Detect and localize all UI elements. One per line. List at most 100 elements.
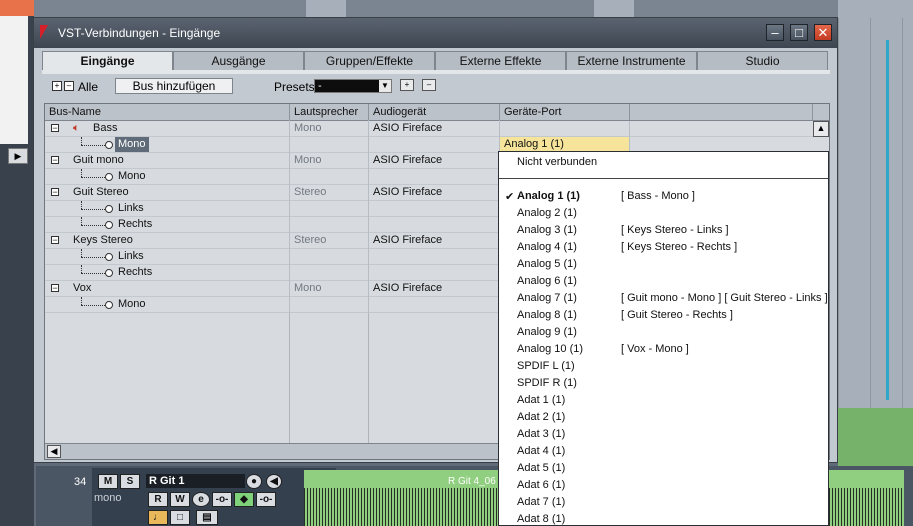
menu-item-port[interactable]: Analog 4 (1) [ Keys Stereo - Rechts ] (499, 239, 828, 256)
cell-speaker[interactable] (290, 265, 369, 281)
scroll-up-icon[interactable]: ▲ (813, 121, 829, 137)
cell-speaker[interactable] (290, 249, 369, 265)
mute-button[interactable]: M (98, 474, 118, 489)
cell-speaker[interactable] (290, 169, 369, 185)
column-bus-name[interactable]: Bus-Name (45, 104, 290, 120)
write-button[interactable]: W (170, 492, 190, 507)
cell-device-port[interactable] (500, 121, 630, 137)
menu-item-port[interactable]: ✔ Analog 1 (1) [ Bass - Mono ] (499, 188, 828, 205)
cell-audio-device[interactable] (369, 297, 500, 313)
menu-item-port[interactable]: Analog 6 (1) (499, 273, 828, 290)
send-icon[interactable]: -o- (256, 492, 276, 507)
menu-item-port[interactable]: Analog 8 (1) [ Guit Stereo - Rechts ] (499, 307, 828, 324)
monitor-icon[interactable]: ● (246, 474, 262, 489)
collapse-icon[interactable]: − (51, 156, 59, 165)
menu-item-port[interactable]: SPDIF R (1) (499, 375, 828, 392)
expand-arrow-icon[interactable]: ▶ (8, 148, 28, 164)
edit-icon[interactable]: e (192, 492, 210, 507)
collapse-all-icon[interactable]: – (64, 81, 74, 91)
minimize-button[interactable]: – (766, 24, 784, 41)
tab-externe-instrumente[interactable]: Externe Instrumente (566, 51, 697, 71)
menu-item-port[interactable]: Analog 3 (1) [ Keys Stereo - Links ] (499, 222, 828, 239)
read-button[interactable]: R (148, 492, 168, 507)
menu-item-port[interactable]: Adat 7 (1) (499, 494, 828, 511)
cell-audio-device[interactable] (369, 265, 500, 281)
remove-preset-icon[interactable]: – (422, 79, 436, 91)
speaker-icon[interactable]: ◀ (266, 474, 282, 489)
column-device-port[interactable]: Geräte-Port (500, 104, 630, 120)
cell-speaker[interactable] (290, 201, 369, 217)
cell-speaker[interactable] (290, 137, 369, 153)
tree-line (81, 217, 82, 225)
channel-name-label[interactable]: Rechts (118, 265, 152, 280)
cell-audio-device[interactable] (369, 217, 500, 233)
column-speaker[interactable]: Lautsprecher (290, 104, 369, 120)
column-audio-device[interactable]: Audiogerät (369, 104, 500, 120)
table-row[interactable]: − Bass 🔈︎ Mono ASIO Fireface (45, 121, 829, 137)
insert-icon[interactable]: -o- (212, 492, 232, 507)
music-note-icon[interactable]: ♩ (148, 510, 168, 525)
menu-item-port[interactable]: Adat 5 (1) (499, 460, 828, 477)
channel-name-label[interactable]: Rechts (118, 217, 152, 232)
cell-speaker[interactable]: Mono (290, 153, 369, 169)
menu-item-port[interactable]: Adat 2 (1) (499, 409, 828, 426)
channel-name-label[interactable]: Mono (118, 169, 146, 184)
collapse-icon[interactable]: − (51, 236, 59, 245)
menu-item-port[interactable]: Adat 1 (1) (499, 392, 828, 409)
tab-externe-effekte[interactable]: Externe Effekte (435, 51, 566, 71)
folder-icon[interactable]: □ (170, 510, 190, 525)
menu-item-port[interactable]: Analog 5 (1) (499, 256, 828, 273)
tab-ausgaenge[interactable]: Ausgänge (173, 51, 304, 71)
menu-item-port[interactable]: Analog 2 (1) (499, 205, 828, 222)
cell-speaker[interactable] (290, 297, 369, 313)
menu-item-port[interactable]: Analog 10 (1) [ Vox - Mono ] (499, 341, 828, 358)
eq-icon[interactable]: ◆ (234, 492, 254, 507)
expand-all-icon[interactable]: + (52, 81, 62, 91)
cell-audio-device[interactable]: ASIO Fireface (369, 153, 500, 169)
cell-speaker[interactable] (290, 217, 369, 233)
tree-line (81, 297, 82, 305)
menu-item-port[interactable]: Adat 3 (1) (499, 426, 828, 443)
menu-item-port[interactable]: Analog 7 (1) [ Guit mono - Mono ] [ Guit … (499, 290, 828, 307)
presets-select[interactable]: - ▼ (314, 79, 392, 93)
close-button[interactable]: ✕ (814, 24, 832, 41)
chevron-down-icon[interactable]: ▼ (379, 80, 391, 92)
dialog-titlebar[interactable]: VST-Verbindungen - Eingänge – □ ✕ (34, 18, 837, 48)
tab-gruppen-effekte[interactable]: Gruppen/Effekte (304, 51, 435, 71)
cell-speaker[interactable]: Mono (290, 281, 369, 297)
channel-name-label[interactable]: Mono (118, 297, 146, 312)
menu-item-port[interactable]: Adat 4 (1) (499, 443, 828, 460)
menu-item-port[interactable]: Adat 6 (1) (499, 477, 828, 494)
cell-audio-device[interactable] (369, 169, 500, 185)
collapse-icon[interactable]: − (51, 188, 59, 197)
channel-name-label[interactable]: Links (118, 249, 144, 264)
scroll-left-icon[interactable]: ◀ (47, 445, 61, 458)
lanes-icon[interactable]: ▤ (196, 510, 218, 525)
cell-audio-device[interactable] (369, 137, 500, 153)
cell-audio-device[interactable]: ASIO Fireface (369, 233, 500, 249)
cell-audio-device[interactable] (369, 201, 500, 217)
cell-audio-device[interactable]: ASIO Fireface (369, 121, 500, 137)
collapse-icon[interactable]: − (51, 284, 59, 293)
cell-audio-device[interactable]: ASIO Fireface (369, 281, 500, 297)
channel-name-label[interactable]: Mono (115, 137, 149, 152)
menu-item-port[interactable]: Adat 8 (1) (499, 511, 828, 525)
tab-eingaenge[interactable]: Eingänge (42, 51, 173, 71)
cell-speaker[interactable]: Stereo (290, 233, 369, 249)
menu-item-port[interactable]: Analog 9 (1) (499, 324, 828, 341)
add-bus-button[interactable]: Bus hinzufügen (115, 78, 233, 94)
collapse-icon[interactable]: − (51, 124, 59, 133)
maximize-button[interactable]: □ (790, 24, 808, 41)
track-name[interactable]: R Git 1 (146, 474, 245, 488)
channel-name-label[interactable]: Links (118, 201, 144, 216)
checkmark-icon: ✔ (505, 191, 515, 203)
cell-speaker[interactable]: Stereo (290, 185, 369, 201)
cell-audio-device[interactable]: ASIO Fireface (369, 185, 500, 201)
cell-audio-device[interactable] (369, 249, 500, 265)
cell-speaker[interactable]: Mono (290, 121, 369, 137)
solo-button[interactable]: S (120, 474, 140, 489)
menu-item-not-connected[interactable]: Nicht verbunden (517, 156, 597, 168)
tab-studio[interactable]: Studio (697, 51, 828, 71)
menu-item-port[interactable]: SPDIF L (1) (499, 358, 828, 375)
save-preset-icon[interactable]: + (400, 79, 414, 91)
